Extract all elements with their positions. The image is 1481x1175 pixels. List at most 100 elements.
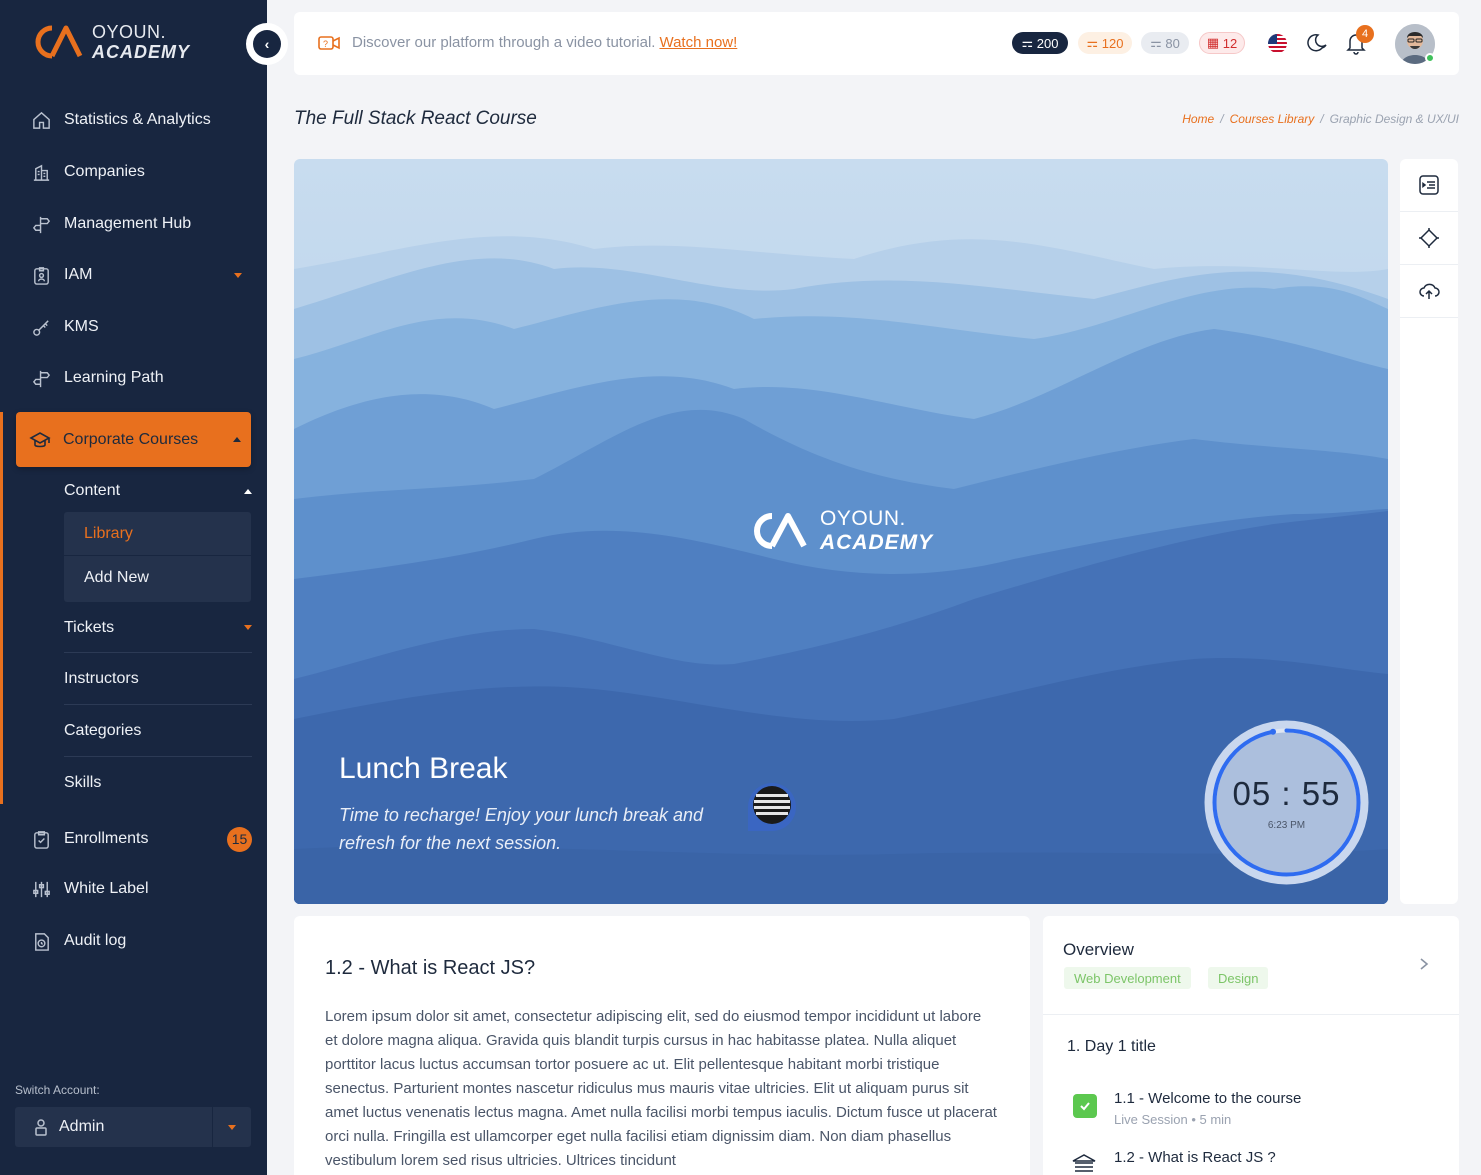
content-submenu: Library Add New (64, 512, 251, 602)
brand-line2: ACADEMY (92, 42, 191, 62)
day-title: 1. Day 1 title (1067, 1038, 1156, 1055)
stat-pill-grey[interactable]: ⚎ 80 (1141, 32, 1189, 54)
tool-strip (1400, 159, 1458, 904)
sidebar-item-label: IAM (64, 266, 93, 283)
moon-icon[interactable] (1307, 32, 1329, 54)
sidebar-item-corporate-courses[interactable]: Corporate Courses (16, 412, 251, 467)
sidebar-item-enrollments[interactable]: Enrollments 15 (30, 819, 252, 859)
overview-card: Overview Web Development Design 1. Day 1… (1043, 916, 1459, 1175)
sidebar-item-label: Management Hub (64, 215, 192, 232)
sidebar-item-learning-path[interactable]: Learning Path (30, 358, 252, 398)
overview-title: Overview (1063, 940, 1134, 959)
tutorial-banner: ? Discover our platform through a video … (318, 34, 737, 51)
stat-value: 80 (1165, 35, 1180, 51)
watch-now-link[interactable]: Watch now! (659, 34, 737, 51)
lesson-heading: 1.2 - What is React JS? (325, 957, 536, 979)
notification-badge: 4 (1356, 25, 1374, 43)
home-icon (30, 109, 52, 131)
divider (212, 1107, 213, 1147)
key-icon: ⚎ (1150, 35, 1166, 50)
sidebar-sub-instructors[interactable]: Instructors (64, 654, 252, 705)
sidebar-item-iam[interactable]: IAM (30, 255, 252, 295)
switch-account-label: Switch Account: (15, 1083, 100, 1097)
clipboard-check-icon (30, 828, 52, 850)
chevron-up-icon (244, 488, 252, 494)
sidebar-item-label: Audit log (64, 932, 127, 949)
sidebar-sub-label: Categories (64, 722, 142, 739)
chevron-down-icon[interactable] (228, 1124, 236, 1130)
sidebar-item-label: Companies (64, 163, 145, 180)
breadcrumb-current: Graphic Design & UX/UI (1329, 112, 1459, 126)
brand-line1: OYOUN. (92, 22, 167, 42)
sidebar: OYOUN. ACADEMY Statistics & Analytics Co… (0, 0, 267, 1175)
online-status-dot (1425, 53, 1435, 63)
sliders-icon (30, 878, 52, 900)
upload-button[interactable] (1400, 265, 1458, 318)
stat-pill-primary[interactable]: ⚎ 200 (1012, 32, 1068, 54)
lesson-meta: Live Session • 5 min (1114, 1112, 1232, 1127)
sidebar-sub-label: Content (64, 482, 121, 499)
sidebar-item-label: Learning Path (64, 369, 164, 386)
sidebar-item-companies[interactable]: Companies (30, 152, 252, 192)
divider (1043, 1014, 1459, 1015)
outline-list-icon (1419, 175, 1439, 195)
sidebar-item-label: KMS (64, 318, 99, 335)
sidebar-sub-categories[interactable]: Categories (64, 706, 252, 757)
chevron-up-icon (233, 437, 241, 442)
stat-pill-red[interactable]: ▦ 12 (1199, 32, 1245, 54)
stat-pill-orange[interactable]: ⚎ 120 (1078, 32, 1132, 54)
sidebar-item-audit-log[interactable]: Audit log (30, 921, 252, 961)
cloud-upload-icon (1419, 283, 1440, 299)
chevron-right-icon[interactable] (1417, 954, 1431, 974)
sidebar-sub-add-new[interactable]: Add New (64, 556, 251, 600)
video-question-icon: ? (318, 35, 340, 50)
breadcrumb-separator: / (1320, 112, 1324, 126)
sidebar-item-statistics[interactable]: Statistics & Analytics (30, 100, 252, 140)
oyoun-logo-icon (754, 513, 807, 549)
breadcrumb-separator: / (1220, 112, 1224, 126)
stat-value: 12 (1222, 35, 1238, 51)
chevron-down-icon (244, 625, 252, 630)
document-clock-icon (30, 930, 52, 952)
session-hero: OYOUN. ACADEMY Lunch Break Time to recha… (294, 159, 1388, 904)
brand-logo[interactable]: OYOUN. ACADEMY (30, 22, 190, 62)
chat-bubble-icon[interactable] (744, 781, 798, 835)
breadcrumb: Home / Courses Library / Graphic Design … (1182, 112, 1459, 126)
hero-brand-logo: OYOUN. ACADEMY (746, 507, 933, 555)
tag-design: Design (1208, 967, 1269, 989)
sidebar-item-label: White Label (64, 880, 149, 897)
chevron-left-icon: ‹ (253, 30, 281, 58)
sidebar-item-label: Enrollments (64, 830, 149, 847)
sidebar-sub-library[interactable]: Library (64, 512, 251, 556)
key-icon: ⚎ (1086, 35, 1102, 50)
breadcrumb-courses-library[interactable]: Courses Library (1230, 112, 1315, 126)
key-icon (30, 316, 52, 338)
lesson-content-card: 1.2 - What is React JS? Lorem ipsum dolo… (294, 916, 1030, 1175)
sidebar-sub-content[interactable]: Content (64, 472, 252, 510)
enrollments-count-badge: 15 (227, 826, 252, 852)
classroom-icon (1072, 1154, 1096, 1172)
focus-mode-button[interactable] (1400, 212, 1458, 265)
move-icon (1419, 228, 1439, 248)
tag-web-development: Web Development (1064, 967, 1191, 989)
graduation-cap-icon (29, 429, 51, 451)
sidebar-item-kms[interactable]: KMS (30, 307, 252, 347)
calendar-icon: ▦ (1206, 35, 1223, 50)
sidebar-sub-skills[interactable]: Skills (64, 758, 252, 807)
lesson-title: 1.1 - Welcome to the course (1114, 1090, 1302, 1107)
table-of-contents-button[interactable] (1400, 159, 1458, 212)
hero-brand-line1: OYOUN. (820, 507, 906, 530)
sidebar-item-white-label[interactable]: White Label (30, 869, 252, 909)
us-flag-icon[interactable] (1268, 34, 1287, 53)
page-title: The Full Stack React Course (294, 108, 537, 129)
user-lock-icon (33, 1118, 49, 1136)
account-switcher[interactable]: Admin (15, 1107, 251, 1147)
sidebar-sub-label: Tickets (64, 618, 115, 636)
sidebar-sub-tickets[interactable]: Tickets (64, 603, 252, 653)
checkbox-checked-icon[interactable] (1073, 1094, 1097, 1118)
sidebar-collapse-button[interactable]: ‹ (246, 23, 288, 65)
active-indicator (0, 412, 3, 804)
breadcrumb-home[interactable]: Home (1182, 112, 1214, 126)
sidebar-item-management-hub[interactable]: Management Hub (30, 204, 252, 244)
session-subtitle: Time to recharge! Enjoy your lunch break… (339, 805, 704, 853)
